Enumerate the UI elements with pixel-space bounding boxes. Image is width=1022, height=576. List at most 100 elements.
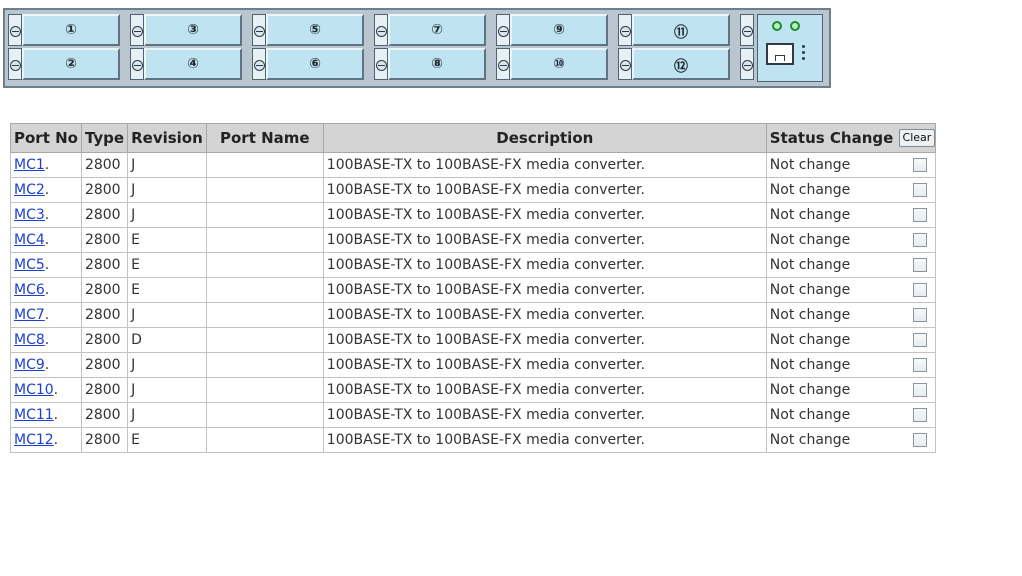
latch-screw-icon — [10, 26, 21, 37]
port-link[interactable]: MC10 — [14, 382, 54, 398]
slot-number: ⑪ — [674, 25, 688, 41]
status-change-checkbox[interactable] — [913, 308, 928, 322]
chassis-slot[interactable]: ④ — [144, 48, 242, 80]
port-link[interactable]: MC2 — [14, 182, 45, 198]
slot-number: ⑩ — [553, 56, 565, 72]
chassis-slot[interactable]: ⑥ — [266, 48, 364, 80]
chassis-slot[interactable]: ⑧ — [388, 48, 486, 80]
port-name-cell — [205, 252, 324, 278]
slot-latch-icon — [374, 14, 388, 46]
management-module[interactable] — [757, 14, 823, 82]
revision-cell: E — [127, 252, 207, 278]
type-cell: 2800 — [80, 302, 129, 328]
status-change-checkbox[interactable] — [913, 433, 928, 447]
port-cell: MC12. — [10, 427, 82, 453]
port-name-cell — [205, 427, 324, 453]
type-cell: 2800 — [80, 227, 129, 253]
slot-latch-icon — [740, 14, 754, 46]
slot-latch-icon — [8, 14, 22, 46]
status-cell: Not change — [765, 177, 937, 203]
slot-latch-icon — [618, 14, 632, 46]
chassis-slot[interactable]: ⑩ — [510, 48, 608, 80]
chassis-slot[interactable]: ③ — [144, 14, 242, 46]
status-change-checkbox[interactable] — [913, 233, 928, 247]
port-link[interactable]: MC8 — [14, 332, 45, 348]
port-link[interactable]: MC3 — [14, 207, 45, 223]
description-cell: 100BASE-TX to 100BASE-FX media converter… — [322, 252, 767, 278]
port-link[interactable]: MC4 — [14, 232, 45, 248]
port-link[interactable]: MC12 — [14, 432, 54, 448]
port-name-cell — [205, 227, 324, 253]
port-link[interactable]: MC1 — [14, 157, 45, 173]
header-revision: Revision — [127, 123, 207, 153]
status-cell: Not change — [765, 202, 937, 228]
chassis-slot[interactable]: ⑪ — [632, 14, 730, 46]
status-change-checkbox[interactable] — [913, 283, 928, 297]
latch-screw-icon — [742, 26, 753, 37]
chassis-slot[interactable]: ⑫ — [632, 48, 730, 80]
type-cell: 2800 — [80, 202, 129, 228]
latch-screw-icon — [376, 60, 387, 71]
revision-cell: J — [127, 152, 207, 178]
slot-number: ⑦ — [431, 22, 443, 38]
type-cell: 2800 — [80, 352, 129, 378]
status-cell: Not change — [765, 327, 937, 353]
port-link[interactable]: MC11 — [14, 407, 54, 423]
chassis-slot[interactable]: ① — [22, 14, 120, 46]
status-change-checkbox[interactable] — [913, 383, 928, 397]
description-cell: 100BASE-TX to 100BASE-FX media converter… — [322, 377, 767, 403]
description-cell: 100BASE-TX to 100BASE-FX media converter… — [322, 277, 767, 303]
slot-number: ② — [65, 56, 77, 72]
chassis-slot[interactable]: ⑦ — [388, 14, 486, 46]
port-name-cell — [205, 352, 324, 378]
led-indicator-left — [772, 21, 782, 31]
port-link[interactable]: MC6 — [14, 282, 45, 298]
status-change-checkbox[interactable] — [913, 333, 928, 347]
table-row: MC5. 2800 E 100BASE-TX to 100BASE-FX media … — [10, 252, 937, 278]
status-change-checkbox[interactable] — [913, 208, 928, 222]
port-rows: MC1. 2800 J 100BASE-TX to 100BASE-FX media … — [10, 152, 937, 453]
table-row: MC12. 2800 E 100BASE-TX to 100BASE-FX media… — [10, 427, 937, 453]
status-change-checkbox[interactable] — [913, 158, 928, 172]
header-type: Type — [80, 123, 129, 153]
latch-screw-icon — [498, 26, 509, 37]
port-link[interactable]: MC9 — [14, 357, 45, 373]
status-change-checkbox[interactable] — [913, 183, 928, 197]
description-cell: 100BASE-TX to 100BASE-FX media converter… — [322, 327, 767, 353]
port-link[interactable]: MC5 — [14, 257, 45, 273]
slot-latch-icon — [740, 48, 754, 80]
slot-latch-icon — [618, 48, 632, 80]
chassis-slot[interactable]: ⑤ — [266, 14, 364, 46]
slot-latch-icon — [130, 14, 144, 46]
revision-cell: J — [127, 202, 207, 228]
header-description: Description — [322, 123, 767, 153]
clear-button[interactable]: Clear — [898, 129, 936, 148]
status-cell: Not change — [765, 352, 937, 378]
revision-cell: J — [127, 352, 207, 378]
revision-cell: J — [127, 177, 207, 203]
port-cell: MC7. — [10, 302, 82, 328]
status-cell: Not change — [765, 152, 937, 178]
revision-cell: J — [127, 377, 207, 403]
status-change-checkbox[interactable] — [913, 408, 928, 422]
chassis-slot[interactable]: ② — [22, 48, 120, 80]
status-cell: Not change — [765, 252, 937, 278]
slot-latch-icon — [252, 14, 266, 46]
port-cell: MC9. — [10, 352, 82, 378]
port-name-cell — [205, 327, 324, 353]
port-cell: MC1. — [10, 152, 82, 178]
status-dots-icon — [802, 45, 806, 63]
chassis-panel: ① ③ ⑤ ⑦ ⑨ ⑪ ② ④ ⑥ ⑧ ⑩ ⑫ — [3, 8, 831, 88]
latch-screw-icon — [10, 60, 21, 71]
revision-cell: E — [127, 427, 207, 453]
type-cell: 2800 — [80, 177, 129, 203]
revision-cell: E — [127, 277, 207, 303]
port-cell: MC6. — [10, 277, 82, 303]
port-link[interactable]: MC7 — [14, 307, 45, 323]
slot-latch-icon — [130, 48, 144, 80]
status-cell: Not change — [765, 227, 937, 253]
status-change-checkbox[interactable] — [913, 358, 928, 372]
slot-number: ① — [65, 22, 77, 38]
status-change-checkbox[interactable] — [913, 258, 928, 272]
chassis-slot[interactable]: ⑨ — [510, 14, 608, 46]
